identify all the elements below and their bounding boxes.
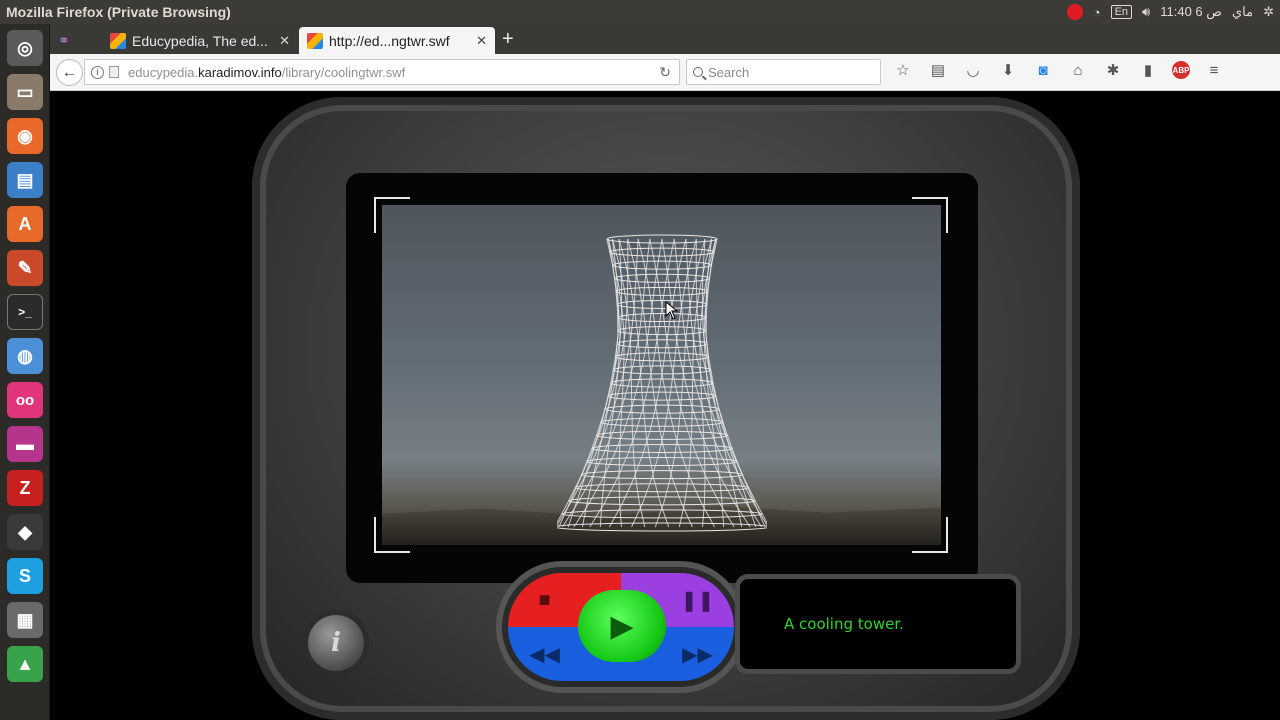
info-button[interactable]: i bbox=[308, 615, 364, 671]
settings-gear-icon[interactable]: ✲ bbox=[1263, 4, 1274, 20]
toolbar-buttons: ☆ ▤ ◡ ⬇ ◙ ⌂ ✱ ▮ ABP ≡ bbox=[892, 61, 1225, 79]
calculator-icon[interactable]: ▦ bbox=[7, 602, 43, 638]
filezilla-icon[interactable]: Z bbox=[7, 470, 43, 506]
tab-educypedia[interactable]: Educypedia, The ed... ✕ bbox=[102, 27, 298, 54]
reading-list-icon[interactable]: ▤ bbox=[927, 61, 949, 79]
search-box[interactable]: Search bbox=[686, 59, 881, 85]
date-label[interactable]: ماي bbox=[1232, 4, 1253, 20]
url-bar[interactable]: i educypedia.karadimov.info/library/cool… bbox=[84, 59, 680, 85]
extension-clipboard-icon[interactable]: ▮ bbox=[1137, 61, 1159, 79]
firefox-icon[interactable]: ◉ bbox=[7, 118, 43, 154]
flickr-icon[interactable]: oo bbox=[7, 382, 43, 418]
url-domain: karadimov.info bbox=[198, 64, 282, 80]
url-text: educypedia.karadimov.info/library/coolin… bbox=[128, 65, 405, 80]
page-icon bbox=[109, 66, 119, 78]
back-button[interactable]: ← bbox=[56, 59, 83, 86]
caption-panel: A cooling tower. bbox=[740, 579, 1016, 669]
educypedia-favicon-icon bbox=[307, 32, 323, 49]
playback-control-wheel: ■ ❚❚ ◀◀ ▶▶ ▶ bbox=[508, 573, 734, 681]
inkscape-icon[interactable]: ◆ bbox=[7, 514, 43, 550]
tab-label: Educypedia, The ed... bbox=[132, 32, 268, 49]
animation-viewport[interactable] bbox=[382, 205, 941, 545]
settings-icon[interactable]: ✎ bbox=[7, 250, 43, 286]
educypedia-favicon-icon bbox=[110, 32, 126, 49]
chromium-icon[interactable]: ◍ bbox=[7, 338, 43, 374]
files-icon[interactable]: ▭ bbox=[7, 74, 43, 110]
navigation-toolbar: ← i educypedia.karadimov.info/library/co… bbox=[50, 54, 1280, 91]
adblock-icon[interactable]: ABP bbox=[1172, 61, 1190, 79]
record-indicator-icon[interactable] bbox=[1066, 4, 1083, 20]
writer-icon[interactable]: ▤ bbox=[7, 162, 43, 198]
system-top-bar: Mozilla Firefox (Private Browsing) ◔ En … bbox=[0, 0, 1280, 24]
download-icon[interactable]: ⬇ bbox=[997, 61, 1019, 79]
unity-launcher: ◎ ▭ ◉ ▤ A ✎ >_ ◍ oo ▬ Z ◆ S ▦ ▲ bbox=[0, 24, 50, 720]
ubuntu-dash-icon[interactable]: ◎ bbox=[7, 30, 43, 66]
search-placeholder: Search bbox=[708, 64, 750, 80]
extension-blue-icon[interactable]: ◙ bbox=[1032, 62, 1054, 79]
mouse-cursor-icon bbox=[665, 301, 679, 320]
play-button[interactable]: ▶ bbox=[578, 590, 666, 662]
drive-icon[interactable]: ▲ bbox=[7, 646, 43, 682]
url-path: /library/coolingtwr.swf bbox=[281, 64, 406, 80]
page-content: i ■ ❚❚ ◀◀ ▶▶ ▶ A cooling tower. bbox=[50, 91, 1280, 720]
skype-icon[interactable]: S bbox=[7, 558, 43, 594]
window-title: Mozilla Firefox (Private Browsing) bbox=[6, 4, 231, 20]
private-browsing-mask-icon: ⚭ bbox=[58, 32, 70, 48]
volume-icon[interactable]: 🔊︎ bbox=[1142, 4, 1150, 20]
software-center-icon[interactable]: A bbox=[7, 206, 43, 242]
site-info-icon[interactable]: i bbox=[91, 65, 104, 79]
window-icon[interactable]: ▬ bbox=[7, 426, 43, 462]
clock[interactable]: 11:40 6 ص bbox=[1160, 4, 1222, 20]
new-tab-button[interactable]: + bbox=[502, 29, 514, 49]
tab-label: http://ed...ngtwr.swf bbox=[329, 32, 450, 49]
close-tab-icon[interactable]: ✕ bbox=[476, 33, 487, 49]
wifi-icon[interactable]: ◔ bbox=[1093, 5, 1101, 20]
extension-puzzle-icon[interactable]: ✱ bbox=[1102, 61, 1124, 79]
search-icon bbox=[693, 67, 703, 77]
reload-icon[interactable]: ↻ bbox=[659, 64, 671, 81]
menu-icon[interactable]: ≡ bbox=[1203, 62, 1225, 79]
home-icon[interactable]: ⌂ bbox=[1067, 62, 1089, 79]
terminal-icon[interactable]: >_ bbox=[7, 294, 43, 330]
keyboard-layout-indicator[interactable]: En bbox=[1110, 5, 1133, 19]
url-prefix: educypedia. bbox=[128, 64, 199, 80]
bookmark-star-icon[interactable]: ☆ bbox=[892, 61, 914, 79]
cooling-tower-wireframe bbox=[557, 234, 767, 532]
pocket-icon[interactable]: ◡ bbox=[962, 61, 984, 79]
system-tray: ◔ En 🔊︎ 11:40 6 ص ماي ✲ bbox=[1066, 0, 1274, 24]
caption-text: A cooling tower. bbox=[784, 615, 904, 633]
close-tab-icon[interactable]: ✕ bbox=[279, 33, 290, 49]
tab-strip: ⚭ Educypedia, The ed... ✕ http://ed...ng… bbox=[50, 24, 1280, 54]
tab-coolingtwr[interactable]: http://ed...ngtwr.swf ✕ bbox=[299, 27, 495, 54]
play-icon: ▶ bbox=[610, 609, 634, 643]
